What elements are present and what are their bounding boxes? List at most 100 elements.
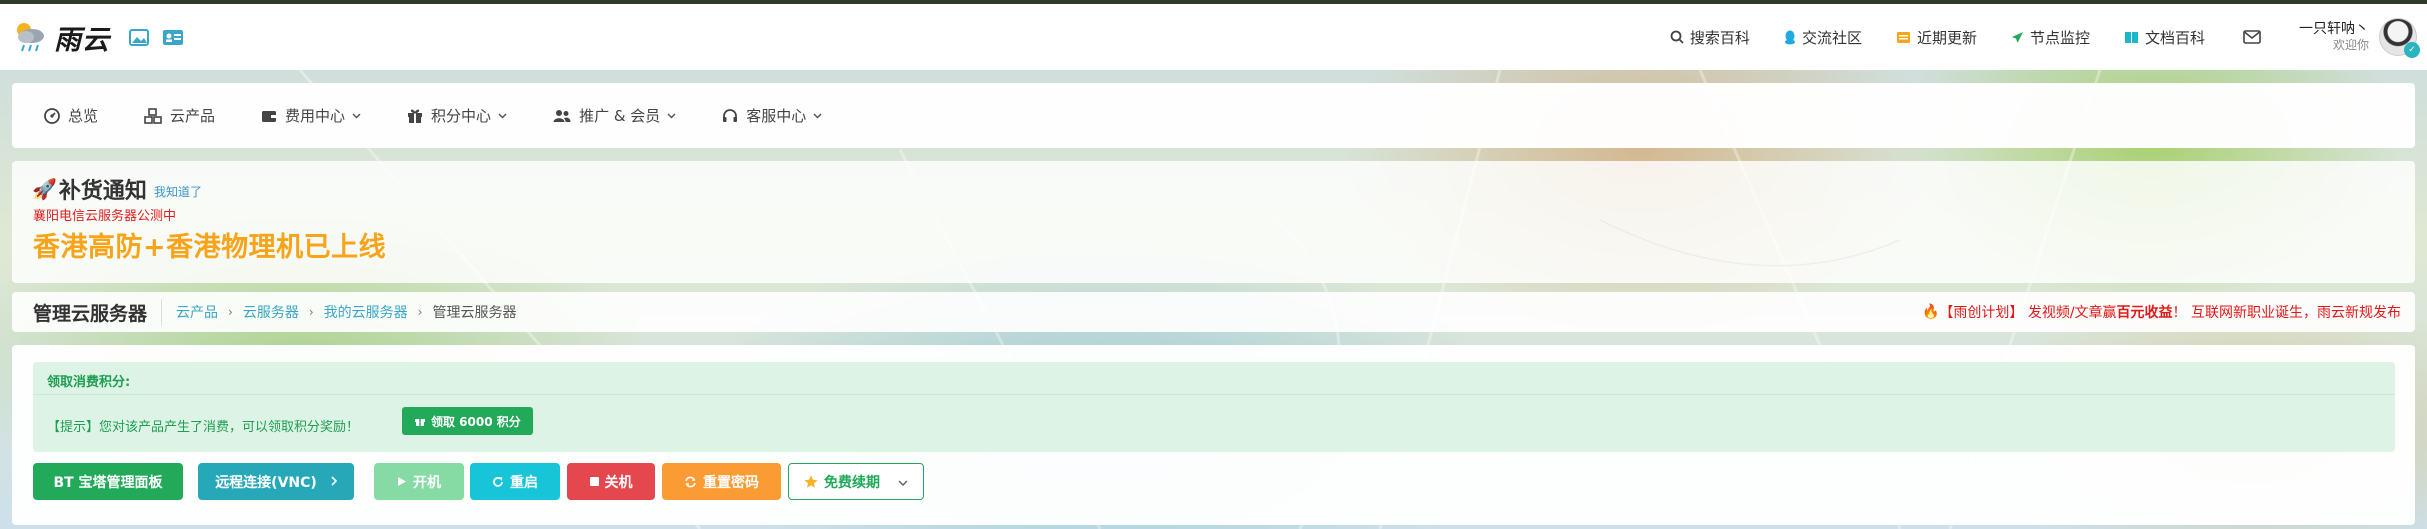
chevron-down-icon: [898, 474, 908, 490]
page-title: 管理云服务器: [33, 298, 163, 326]
avatar[interactable]: ✓: [2379, 18, 2420, 58]
cubes-icon: [144, 107, 162, 124]
points-claim-box: 领取消费积分: 【提示】您对该产品产生了消费，可以领取积分奖励！ 领取 6000…: [33, 362, 2395, 452]
chevron-right-icon: ›: [308, 305, 314, 319]
breadcrumb-current: 管理云服务器: [432, 305, 517, 321]
breadcrumb-bar: 管理云服务器 云产品 › 云服务器 › 我的云服务器 › 管理云服务器 🔥 【雨…: [12, 292, 2415, 332]
nav-label: 客服中心: [746, 107, 807, 125]
nav-label: 总览: [68, 107, 99, 125]
nav-billing[interactable]: 费用中心: [261, 105, 361, 126]
stop-icon: [589, 477, 599, 486]
chevron-down-icon: [813, 112, 822, 119]
nav-label: 搜索百科: [1689, 28, 1750, 47]
nav-label: 文档百科: [2144, 28, 2205, 47]
button-label: BT 宝塔管理面板: [53, 474, 163, 491]
announcement-marquee[interactable]: 🔥 【雨创计划】 发视频/文章赢 百元收益 ！ 互联网新职业诞生，雨云新规发布: [1922, 302, 2401, 322]
logo[interactable]: 雨云: [12, 18, 110, 57]
power-off-button[interactable]: 关机: [567, 463, 655, 500]
user-info[interactable]: 一只轩呐丶 欢迎你: [2299, 21, 2369, 52]
vip-badge-icon: ✓: [2404, 42, 2420, 58]
main-nav: 总览 云产品 费用中心 积分中心 推广 & 会员 客服中心: [12, 83, 2415, 148]
claim-points-button[interactable]: 领取 6000 积分: [402, 407, 533, 435]
restock-notice: 🚀 补货通知 我知道了 襄阳电信云服务器公测中 香港高防+香港物理机已上线: [12, 161, 2415, 283]
dashboard-icon: [44, 107, 60, 124]
users-icon: [553, 109, 571, 123]
nav-support[interactable]: 客服中心: [722, 105, 822, 126]
nav-overview[interactable]: 总览: [44, 105, 98, 126]
marquee-suffix: ！ 互联网新职业诞生，雨云新规发布: [2172, 305, 2401, 321]
nav-updates[interactable]: 近期更新: [1896, 27, 1977, 48]
bt-panel-button[interactable]: BT 宝塔管理面板: [33, 463, 183, 500]
play-icon: [397, 476, 407, 487]
chevron-down-icon: [667, 112, 676, 119]
calendar-icon: [1896, 30, 1911, 44]
rocket-icon: 🚀: [32, 177, 57, 201]
mail-icon[interactable]: [2243, 30, 2261, 44]
nav-affiliate[interactable]: 推广 & 会员: [553, 105, 676, 126]
breadcrumb-link[interactable]: 我的云服务器: [324, 302, 408, 322]
wallet-icon: [261, 109, 277, 123]
notice-headline: 香港高防+香港物理机已上线: [33, 232, 387, 263]
button-label: 关机: [604, 474, 633, 491]
nav-label: 费用中心: [285, 107, 346, 125]
chevron-down-icon: [498, 112, 507, 119]
notice-dismiss-link[interactable]: 我知道了: [154, 183, 202, 200]
nav-points[interactable]: 积分中心: [407, 105, 507, 126]
notice-subtitle: 襄阳电信云服务器公测中: [33, 209, 177, 224]
button-label: 重启: [510, 474, 538, 491]
nav-label: 节点监控: [2029, 28, 2090, 47]
nav-search-wiki[interactable]: 搜索百科: [1670, 27, 1750, 48]
marquee-highlight: 百元收益: [2116, 305, 2173, 321]
top-header: 雨云 搜索百科 交流社区 近期更新 节点监控 文档百科 一只轩呐丶 欢迎你 ✓: [0, 4, 2427, 70]
fire-icon: 🔥: [1921, 304, 1940, 320]
button-label: 开机: [413, 474, 441, 491]
vnc-connect-button[interactable]: 远程连接(VNC): [198, 463, 354, 500]
nav-label: 近期更新: [1916, 28, 1977, 47]
chevron-right-icon: [331, 474, 337, 490]
user-name: 一只轩呐丶: [2299, 21, 2369, 38]
search-icon: [1670, 30, 1684, 44]
chevron-right-icon: ›: [228, 305, 233, 319]
nav-label: 推广 & 会员: [579, 107, 661, 125]
breadcrumb-link[interactable]: 云服务器: [243, 302, 299, 322]
nav-label: 积分中心: [431, 107, 492, 125]
gift-icon: [407, 108, 423, 124]
power-on-button[interactable]: 开机: [374, 463, 464, 500]
notice-title-text: 补货通知: [58, 179, 147, 204]
header-right: 搜索百科 交流社区 近期更新 节点监控 文档百科 一只轩呐丶 欢迎你 ✓: [1636, 4, 2427, 70]
image-icon[interactable]: [128, 28, 150, 46]
claim-tip: 【提示】您对该产品产生了消费，可以领取积分奖励！: [47, 420, 360, 435]
qq-icon: [1784, 30, 1796, 45]
nav-label: 云产品: [170, 107, 216, 125]
button-label: 免费续期: [824, 474, 880, 491]
reset-password-button[interactable]: 重置密码: [662, 463, 781, 500]
refresh-icon: [492, 476, 504, 488]
nav-monitor[interactable]: 节点监控: [2011, 27, 2090, 48]
reboot-button[interactable]: 重启: [470, 463, 560, 500]
nav-label: 交流社区: [1801, 28, 1862, 47]
nav-cloud-products[interactable]: 云产品: [144, 105, 215, 126]
marquee-prefix: 【雨创计划】 发视频/文章赢: [1939, 305, 2117, 321]
logo-cloud-icon: [12, 19, 50, 55]
chevron-right-icon: ›: [417, 305, 423, 319]
server-actions-card: 领取消费积分: 【提示】您对该产品产生了消费，可以领取积分奖励！ 领取 6000…: [12, 345, 2415, 525]
book-icon: [2124, 31, 2139, 44]
welcome-text: 欢迎你: [2332, 38, 2369, 53]
breadcrumb: 云产品 › 云服务器 › 我的云服务器 › 管理云服务器: [176, 302, 516, 322]
button-label: 重置密码: [703, 474, 759, 491]
logo-text: 雨云: [54, 24, 110, 56]
id-card-icon[interactable]: [162, 28, 184, 46]
gift-icon: [414, 415, 426, 427]
breadcrumb-link[interactable]: 云产品: [176, 302, 218, 322]
button-label: 领取 6000 积分: [431, 414, 521, 429]
divider: [33, 394, 2395, 395]
send-icon: [2011, 31, 2024, 44]
notice-title: 🚀 补货通知: [32, 173, 147, 205]
free-renew-button[interactable]: 免费续期: [788, 463, 924, 500]
chevron-down-icon: [352, 112, 361, 119]
sync-icon: [684, 476, 697, 488]
nav-community[interactable]: 交流社区: [1784, 27, 1862, 48]
headset-icon: [722, 108, 738, 124]
star-icon: [804, 475, 818, 489]
nav-docs[interactable]: 文档百科: [2124, 27, 2205, 48]
